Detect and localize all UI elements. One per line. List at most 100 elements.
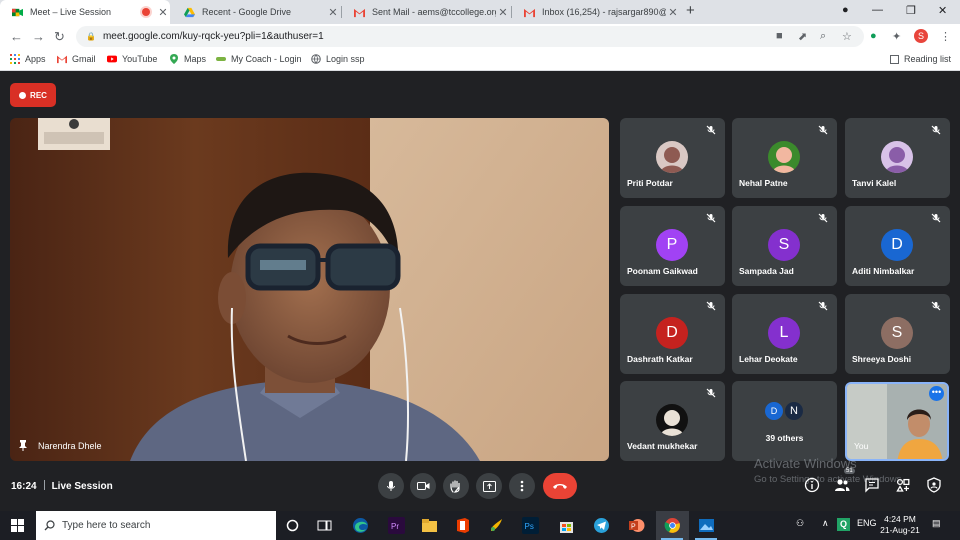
address-bar[interactable]: 🔒 meet.google.com/kuy-rqck-yeu?pli=1&aut… [76,26,864,47]
new-tab-button[interactable]: + [686,2,695,19]
watermark-title: Activate Windows [754,456,857,471]
bookmark-login-ssp[interactable]: Login ssp [311,54,365,64]
bookmark-star-icon[interactable]: ☆ [842,30,852,43]
participant-avatar [768,141,800,173]
powerpoint-icon[interactable]: P [628,517,645,534]
office-icon[interactable] [454,517,471,534]
bookmark-label: My Coach - Login [231,54,302,64]
close-tab-icon[interactable]: ✕ [496,6,510,19]
raise-hand-button[interactable] [443,473,469,499]
close-tab-icon[interactable]: ✕ [156,6,170,19]
premiere-icon[interactable]: Pr [388,517,405,534]
activities-icon[interactable] [895,477,911,493]
notifications-icon[interactable]: ▤ [932,518,941,529]
quick-heal-icon[interactable]: Q [837,518,850,531]
participant-avatar: S [881,317,913,349]
photoshop-icon[interactable]: Ps [522,517,539,534]
paint-icon[interactable] [488,517,505,534]
file-explorer-icon[interactable] [421,517,438,534]
present-screen-button[interactable] [476,473,502,499]
participant-tile[interactable]: Nehal Patne [732,118,837,198]
tab-drive[interactable]: Recent - Google Drive ✕ [172,0,340,24]
store-icon[interactable] [558,517,575,534]
profile-photo [656,141,688,173]
chat-icon[interactable] [864,477,880,493]
lock-icon: 🔒 [86,32,96,41]
edge-icon[interactable] [352,517,369,534]
tab-title: Sent Mail - aems@tccollege.org [372,7,496,17]
tab-search-icon[interactable]: ● [842,4,849,16]
participant-tile[interactable]: S Sampada Jad [732,206,837,286]
pin-icon [19,440,27,451]
bookmark-apps[interactable]: Apps [10,54,46,64]
taskbar-search-box[interactable]: Type here to search [36,511,276,540]
tab-inbox[interactable]: Inbox (16,254) - rajsargar890@g ✕ [512,0,680,24]
close-tab-icon[interactable]: ✕ [326,6,340,19]
svg-text:Ps: Ps [525,522,534,531]
show-hidden-icons[interactable]: ∧ [822,518,829,529]
participant-name: Lehar Deokate [739,354,798,364]
tab-sent-mail[interactable]: Sent Mail - aems@tccollege.org ✕ [342,0,510,24]
host-controls-icon[interactable] [926,477,942,493]
forward-button[interactable]: → [32,29,45,44]
participant-tile[interactable]: Vedant mukhekar [620,381,725,461]
minimize-button[interactable]: — [872,4,883,16]
chrome-icon[interactable] [664,517,681,534]
participant-tile[interactable]: Priti Potdar [620,118,725,198]
meet-icon [12,8,23,16]
muted-mic-icon [706,388,716,398]
extensions-puzzle-icon[interactable]: ✦ [892,30,901,43]
self-video[interactable]: ••• You [845,382,949,461]
camera-button[interactable] [410,473,436,499]
participant-tile[interactable]: D Dashrath Katkar [620,294,725,374]
participant-tile[interactable]: Tanvi Kalel [845,118,950,198]
others-tile[interactable]: D N 39 others [732,381,837,461]
bookmark-youtube[interactable]: YouTube [107,54,157,64]
restore-button[interactable]: ❐ [906,4,916,17]
back-button[interactable]: ← [10,29,23,44]
zoom-icon[interactable]: ⌕ [820,30,826,43]
people-tray-icon[interactable]: ⚇ [796,518,804,529]
participant-tile[interactable]: L Lehar Deokate [732,294,837,374]
participant-avatar: D [881,229,913,261]
bookmark-label: Login ssp [326,54,365,64]
participant-tile[interactable]: S Shreeya Doshi [845,294,950,374]
profile-photo [656,404,688,436]
rec-label: REC [30,90,47,100]
leave-call-button[interactable] [543,473,577,499]
window-close-button[interactable]: ✕ [938,4,947,17]
camera-icon[interactable]: ■ [776,30,783,42]
reading-list[interactable]: Reading list [890,54,951,64]
reading-list-icon [890,54,899,64]
people-icon[interactable] [834,477,850,493]
telegram-icon[interactable] [593,517,610,534]
bookmark-maps[interactable]: Maps [169,54,206,64]
profile-avatar[interactable]: S [914,29,928,43]
taskbar-clock[interactable]: 4:24 PM 21-Aug-21 [878,514,922,536]
windows-taskbar: Type here to search Pr Ps P ⚇ ∧ Q ENG 4:… [0,511,960,540]
more-options-icon[interactable]: ••• [929,386,944,401]
photos-icon[interactable] [698,517,715,534]
tab-meet[interactable]: Meet – Live Session ✕ [0,0,170,24]
participant-tile[interactable]: D Aditi Nimbalkar [845,206,950,286]
menu-icon[interactable]: ⋮ [940,30,951,43]
share-icon[interactable]: ⬈ [798,30,807,43]
participant-avatar [656,404,688,436]
participant-tile[interactable]: P Poonam Gaikwad [620,206,725,286]
task-view-icon[interactable] [316,517,333,534]
reading-list-label: Reading list [904,54,952,64]
gmail-icon [524,8,535,17]
meeting-info-icon[interactable] [804,477,820,493]
muted-mic-icon [931,125,941,135]
bookmark-my-coach[interactable]: My Coach - Login [216,54,302,64]
extension-icon[interactable]: ● [870,30,877,42]
cortana-icon[interactable] [284,517,301,534]
reload-button[interactable]: ↻ [54,29,65,45]
close-tab-icon[interactable]: ✕ [666,6,680,19]
windows-start-icon[interactable] [11,519,24,532]
bookmark-gmail[interactable]: Gmail [57,54,96,64]
more-options-button[interactable] [509,473,535,499]
microphone-button[interactable] [378,473,404,499]
presenter-video[interactable] [10,118,609,461]
language-indicator[interactable]: ENG [857,518,877,528]
